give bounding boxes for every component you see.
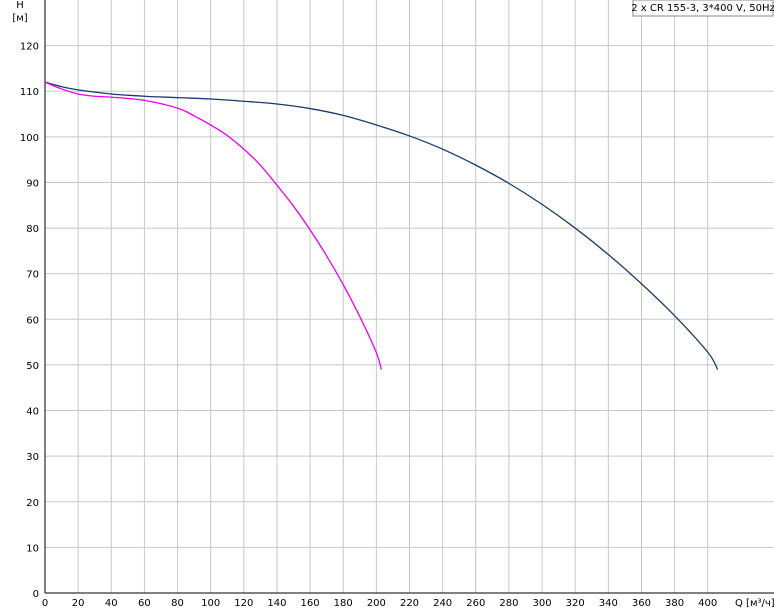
x-tick-label: 180 <box>334 598 353 609</box>
x-tick-label: 60 <box>138 598 151 609</box>
y-tick-label: 100 <box>20 133 39 144</box>
y-tick-label: 0 <box>33 589 39 600</box>
y-axis-unit: [м] <box>12 13 27 24</box>
x-tick-label: 120 <box>234 598 253 609</box>
x-tick-label: 320 <box>566 598 585 609</box>
x-tick-label: 360 <box>632 598 651 609</box>
y-tick-label: 30 <box>26 452 39 463</box>
legend-entry: 2 x CR 155-3, 3*400 V, 50Hz <box>631 3 774 14</box>
x-tick-label: 200 <box>367 598 386 609</box>
x-tick-labels: 0 20 40 60 80 100 120 140 160 180 200 220 240 260 280 3… <box>42 598 717 609</box>
x-tick-label: 260 <box>466 598 485 609</box>
x-tick-label: 300 <box>532 598 551 609</box>
series-lines <box>44 81 719 370</box>
x-tick-label: 20 <box>72 598 85 609</box>
y-tick-label: 40 <box>26 407 39 418</box>
x-tick-label: 100 <box>201 598 220 609</box>
y-tick-label: 80 <box>26 224 39 235</box>
y-tick-labels: 0 10 20 30 40 50 60 70 80 90 100 110 120 <box>20 42 39 600</box>
x-axis-title: Q [м³/ч] <box>735 598 774 609</box>
y-tick-label: 60 <box>26 315 39 326</box>
x-tick-label: 280 <box>499 598 518 609</box>
x-tick-label: 0 <box>42 598 48 609</box>
y-axis-title: H <box>16 0 24 11</box>
x-tick-label: 400 <box>698 598 717 609</box>
pump-curve-chart: 0 10 20 30 40 50 60 70 80 90 100 110 120 0 20 40 60 80 10… <box>12 0 774 609</box>
y-tick-label: 70 <box>26 270 39 281</box>
x-tick-label: 140 <box>267 598 286 609</box>
grid <box>45 0 774 593</box>
y-tick-label: 90 <box>26 178 39 189</box>
x-tick-label: 160 <box>301 598 320 609</box>
x-tick-label: 240 <box>433 598 452 609</box>
x-tick-label: 340 <box>599 598 618 609</box>
y-tick-label: 120 <box>20 42 39 53</box>
y-tick-label: 110 <box>20 87 39 98</box>
y-tick-label: 50 <box>26 361 39 372</box>
legend: 2 x CR 155-3, 3*400 V, 50Hz <box>631 0 774 17</box>
series-line <box>44 81 382 370</box>
x-tick-label: 80 <box>171 598 184 609</box>
y-tick-label: 20 <box>26 498 39 509</box>
x-tick-label: 380 <box>665 598 684 609</box>
x-tick-label: 40 <box>105 598 118 609</box>
y-tick-label: 10 <box>26 543 39 554</box>
series-line <box>44 81 719 370</box>
x-tick-label: 220 <box>400 598 419 609</box>
